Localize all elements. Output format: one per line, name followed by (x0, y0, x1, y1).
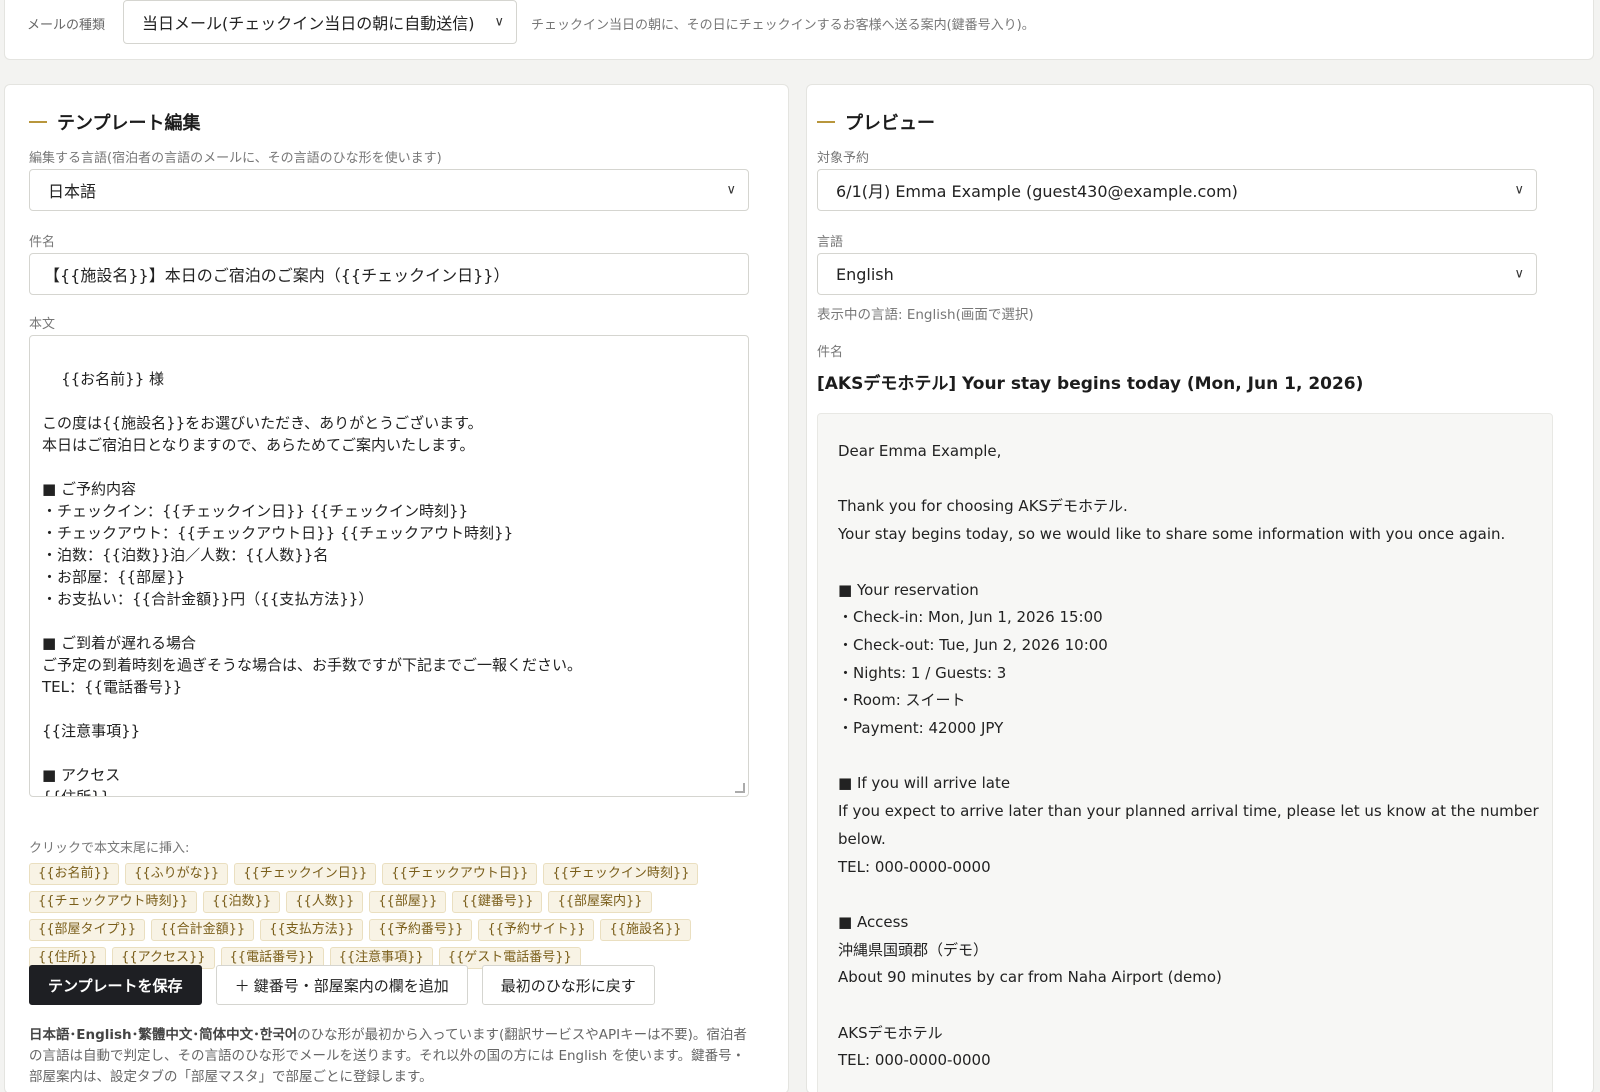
mail-type-description: チェックイン当日の朝に、その日にチェックインするお客様へ送る案内(鍵番号入り)。 (531, 18, 1035, 33)
preview-title: プレビュー (817, 109, 935, 135)
editor-button-row: テンプレートを保存 ＋ 鍵番号・部屋案内の欄を追加 最初のひな形に戻す (29, 965, 655, 1005)
subject-label: 件名 (29, 235, 56, 250)
placeholder-chip[interactable]: {{合計金額}} (151, 919, 255, 941)
placeholder-chip[interactable]: {{鍵番号}} (452, 891, 543, 913)
displayed-language-note: 表示中の言語: English(画面で選択) (817, 307, 1034, 323)
title-accent-bar (817, 121, 835, 123)
insert-hint: クリックで本文末尾に挿入: (29, 841, 190, 856)
preview-panel: プレビュー 対象予約 6/1(月) Emma Example (guest430… (806, 84, 1594, 1092)
placeholder-chip[interactable]: {{施設名}} (600, 919, 691, 941)
placeholder-chip[interactable]: {{ふりがな}} (125, 863, 229, 885)
mail-type-value: 当日メール(チェックイン当日の朝に自動送信) (142, 14, 475, 33)
chevron-down-icon: ∨ (1514, 182, 1524, 198)
edit-language-value: 日本語 (48, 182, 97, 201)
resize-handle-icon[interactable] (735, 783, 745, 793)
editor-title: テンプレート編集 (29, 109, 200, 135)
placeholder-chip[interactable]: {{チェックアウト日}} (382, 863, 538, 885)
placeholder-chip[interactable]: {{人数}} (286, 891, 364, 913)
placeholder-chip-list: {{お名前}} {{ふりがな}} {{チェックイン日}} {{チェックアウト日}… (29, 863, 769, 969)
preview-title-text: プレビュー (845, 113, 935, 134)
placeholder-chip[interactable]: {{お名前}} (29, 863, 120, 885)
placeholder-chip[interactable]: {{チェックイン時刻}} (543, 863, 699, 885)
preview-language-value: English (836, 264, 894, 284)
target-reservation-value: 6/1(月) Emma Example (guest430@example.co… (836, 182, 1238, 201)
language-list: 日本語･English･繁體中文･简体中文･한국어 (29, 1027, 298, 1043)
edit-language-label: 編集する言語(宿泊者の言語のメールに、その言語のひな形を使います) (29, 151, 442, 166)
target-reservation-select[interactable]: 6/1(月) Emma Example (guest430@example.co… (817, 169, 1537, 211)
body-textarea-value: {{お名前}} 様 この度は{{施設名}}をお選びいただき、ありがとうございます… (42, 370, 583, 797)
placeholder-chip[interactable]: {{部屋}} (369, 891, 447, 913)
preview-language-label: 言語 (817, 235, 844, 250)
title-accent-bar (29, 121, 47, 123)
chevron-down-icon: ∨ (726, 182, 736, 198)
edit-language-select[interactable]: 日本語 ∨ (29, 169, 749, 211)
subject-input-value: 【{{施設名}}】本日のご宿泊のご案内（{{チェックイン日}}） (44, 266, 510, 285)
reset-template-button[interactable]: 最初のひな形に戻す (481, 965, 655, 1005)
placeholder-chip[interactable]: {{部屋案内}} (548, 891, 652, 913)
mail-type-bar: メールの種類 当日メール(チェックイン当日の朝に自動送信) ∨ チェックイン当日… (4, 0, 1594, 60)
chevron-down-icon: ∨ (494, 14, 504, 30)
placeholder-chip[interactable]: {{チェックアウト時刻}} (29, 891, 198, 913)
placeholder-chip[interactable]: {{予約番号}} (369, 919, 473, 941)
target-reservation-label: 対象予約 (817, 151, 870, 166)
body-textarea[interactable]: {{お名前}} 様 この度は{{施設名}}をお選びいただき、ありがとうございます… (29, 335, 749, 797)
template-editor-panel: テンプレート編集 編集する言語(宿泊者の言語のメールに、その言語のひな形を使いま… (4, 84, 789, 1092)
chevron-down-icon: ∨ (1514, 266, 1524, 282)
save-template-button[interactable]: テンプレートを保存 (29, 965, 202, 1005)
subject-input[interactable]: 【{{施設名}}】本日のご宿泊のご案内（{{チェックイン日}}） (29, 253, 749, 295)
preview-subject: [AKSデモホテル] Your stay begins today (Mon, … (817, 374, 1364, 394)
mail-type-label: メールの種類 (27, 18, 106, 33)
placeholder-chip[interactable]: {{部屋タイプ}} (29, 919, 146, 941)
preview-language-select[interactable]: English ∨ (817, 253, 1537, 295)
language-note: 日本語･English･繁體中文･简体中文･한국어のひな形が最初から入っています… (29, 1025, 749, 1088)
placeholder-chip[interactable]: {{支払方法}} (260, 919, 364, 941)
placeholder-chip[interactable]: {{泊数}} (203, 891, 281, 913)
editor-title-text: テンプレート編集 (57, 113, 201, 134)
body-label: 本文 (29, 317, 56, 332)
mail-type-select[interactable]: 当日メール(チェックイン当日の朝に自動送信) ∨ (123, 0, 517, 44)
placeholder-chip[interactable]: {{チェックイン日}} (234, 863, 377, 885)
add-key-room-field-button[interactable]: ＋ 鍵番号・部屋案内の欄を追加 (215, 965, 468, 1005)
preview-subject-label: 件名 (817, 345, 844, 360)
preview-body: Dear Emma Example, Thank you for choosin… (817, 413, 1553, 1092)
placeholder-chip[interactable]: {{予約サイト}} (478, 919, 595, 941)
